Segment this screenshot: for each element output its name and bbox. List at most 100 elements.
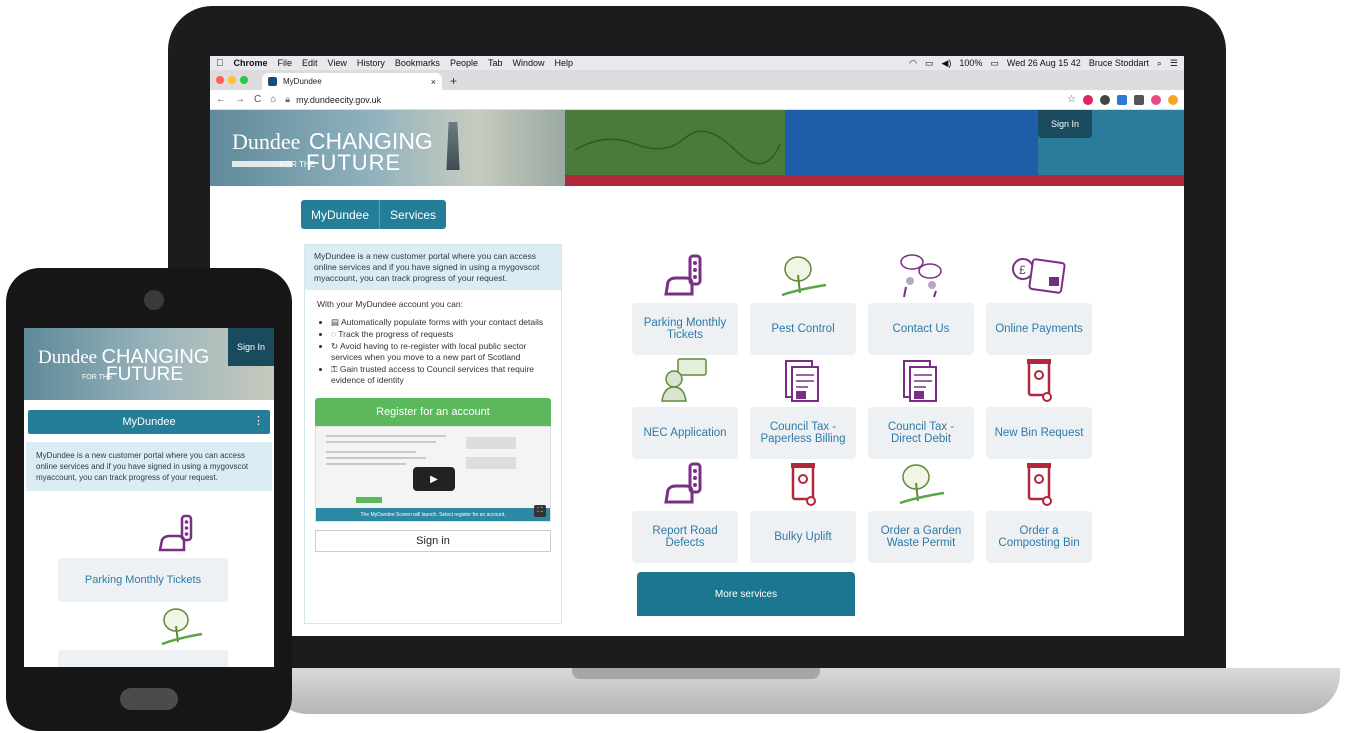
nav-tab-services[interactable]: Services (380, 200, 446, 229)
service-tile-nec-application[interactable]: NEC Application (632, 407, 738, 459)
menu-bookmarks[interactable]: Bookmarks (395, 58, 440, 68)
service-tile-new-bin-request[interactable]: New Bin Request (986, 407, 1092, 459)
extension-blue-icon[interactable] (1117, 94, 1127, 105)
register-button[interactable]: Register for an account (315, 398, 551, 426)
play-icon[interactable]: ▶ (413, 467, 455, 491)
clock[interactable]: Wed 26 Aug 15 42 (1007, 58, 1081, 68)
video-text-line (326, 441, 436, 443)
menu-help[interactable]: Help (555, 58, 574, 68)
profile-avatar-icon[interactable] (1151, 94, 1161, 105)
phone-intro-text: MyDundee is a new customer portal where … (26, 442, 272, 491)
phone-camera (144, 290, 164, 310)
service-tile-online-payments[interactable]: Online Payments (986, 303, 1092, 355)
more-services-button[interactable]: More services (637, 572, 855, 616)
browser-toolbar: ← → C ⌂ 🔒︎ my.dundeecity.gov.uk ☆ (210, 90, 1184, 110)
browser-tabstrip: MyDundee × + (210, 70, 1184, 90)
reload-icon[interactable]: C (254, 94, 261, 105)
wifi-icon[interactable]: ◠ (909, 58, 917, 69)
address-bar[interactable]: 🔒︎ my.dundeecity.gov.uk (285, 94, 1060, 105)
features-list: ▤ Automatically populate forms with your… (331, 317, 549, 386)
forward-icon[interactable]: → (235, 94, 245, 105)
spotlight-icon[interactable]: ⌕ (1157, 58, 1162, 69)
council-tax-bill-icon (773, 356, 833, 404)
phone-menu-icon[interactable]: ⋮ (253, 414, 264, 427)
maximize-window-button[interactable] (240, 76, 248, 84)
user-name[interactable]: Bruce Stoddart (1089, 58, 1149, 68)
airplay-icon[interactable]: ▭ (925, 58, 934, 69)
window-controls (216, 70, 252, 90)
service-tile-composting-bin[interactable]: Order a Composting Bin (986, 511, 1092, 563)
browser-tab-mydundee[interactable]: MyDundee × (262, 73, 442, 90)
menu-edit[interactable]: Edit (302, 58, 318, 68)
extension-circle-icon[interactable] (1100, 94, 1110, 105)
menu-window[interactable]: Window (512, 58, 544, 68)
sign-in-link[interactable]: Sign in (315, 530, 551, 552)
services-grid: £ Parking Monthly Tickets Pest Control C… (632, 236, 1094, 566)
new-tab-button[interactable]: + (450, 74, 457, 88)
stage:  Chrome File Edit View History Bookmark… (0, 0, 1346, 733)
video-register-thumb (356, 497, 382, 503)
battery-icon[interactable]: ▭ (990, 58, 999, 69)
service-tile-parking[interactable]: Parking Monthly Tickets (632, 303, 738, 355)
service-tile-bulky-uplift[interactable]: Bulky Uplift (750, 511, 856, 563)
phone-nav-mydundee[interactable]: MyDundee ⋮ (28, 410, 270, 434)
feature-text: Gain trusted access to Council services … (331, 364, 535, 385)
intro-text: MyDundee is a new customer portal where … (305, 245, 561, 290)
battery-percent: 100% (959, 58, 983, 68)
laptop-notch (572, 668, 820, 679)
menu-tab[interactable]: Tab (488, 58, 503, 68)
service-tile-garden-waste-permit[interactable]: Order a Garden Waste Permit (868, 511, 974, 563)
info-panel: MyDundee is a new customer portal where … (304, 244, 562, 624)
menu-people[interactable]: People (450, 58, 478, 68)
minimize-window-button[interactable] (228, 76, 236, 84)
bulky-uplift-bin-icon (773, 460, 833, 508)
sign-in-button[interactable]: Sign In (1038, 110, 1092, 138)
credit-card-icon: £ (1009, 252, 1069, 300)
menu-chrome[interactable]: Chrome (234, 58, 268, 68)
lock-icon[interactable]: 🔒︎ (285, 94, 290, 105)
menu-history[interactable]: History (357, 58, 385, 68)
tutorial-video[interactable]: ▶ The MyDundee Screen will launch. Selec… (315, 426, 551, 522)
phone-service-tile-parking[interactable]: Parking Monthly Tickets (58, 558, 228, 602)
fullscreen-icon[interactable]: ⛶ (534, 505, 546, 517)
extensions-puzzle-icon[interactable] (1134, 94, 1144, 105)
url-text[interactable]: my.dundeecity.gov.uk (296, 95, 381, 105)
volume-icon[interactable]: ◀︎) (941, 58, 951, 69)
close-window-button[interactable] (216, 76, 224, 84)
update-icon[interactable] (1168, 94, 1178, 105)
video-thumb-icons (466, 457, 516, 469)
bookmark-star-icon[interactable]: ☆ (1067, 94, 1076, 105)
phone-logo-future-text: FUTURE (106, 364, 184, 385)
service-tile-council-tax-direct-debit[interactable]: Council Tax - Direct Debit (868, 407, 974, 459)
features-block: With your MyDundee account you can: ▤ Au… (305, 290, 561, 386)
phone-home-button[interactable] (120, 688, 178, 710)
key-icon: ⚿ (331, 364, 340, 374)
phone-service-tile-pest-control[interactable] (58, 650, 228, 667)
video-text-line (326, 457, 426, 459)
menu-view[interactable]: View (328, 58, 347, 68)
feature-item: ◌ Track the progress of requests (331, 329, 549, 340)
back-icon[interactable]: ← (216, 94, 226, 105)
composting-bin-icon (1009, 460, 1069, 508)
site-logo[interactable]: Dundee CHANGING FOR THE FUTURE (210, 110, 565, 186)
notification-center-icon[interactable]: ☰ (1170, 58, 1178, 69)
phone-nav-label: MyDundee (122, 416, 176, 428)
monument-image (446, 122, 460, 170)
video-text-line (326, 435, 446, 437)
phone-sign-in-button[interactable]: Sign In (228, 328, 274, 366)
menu-file[interactable]: File (278, 58, 293, 68)
service-tile-report-road-defects[interactable]: Report Road Defects (632, 511, 738, 563)
service-tile-contact-us[interactable]: Contact Us (868, 303, 974, 355)
page-body: MyDundee Services MyDundee is a new cust… (210, 186, 1184, 624)
home-icon[interactable]: ⌂ (270, 94, 276, 105)
service-tile-pest-control[interactable]: Pest Control (750, 303, 856, 355)
laptop-screen:  Chrome File Edit View History Bookmark… (210, 56, 1184, 636)
tab-close-icon[interactable]: × (431, 77, 436, 87)
service-tile-council-tax-paperless[interactable]: Council Tax - Paperless Billing (750, 407, 856, 459)
pinterest-extension-icon[interactable] (1083, 94, 1093, 105)
nav-tab-mydundee[interactable]: MyDundee (301, 200, 379, 229)
hills-line-icon (574, 130, 781, 165)
apple-icon[interactable]:  (216, 58, 224, 69)
phone-frame: Dundee CHANGING FOR THE FUTURE Sign In M… (6, 268, 292, 731)
road-defect-car-icon (655, 460, 715, 508)
